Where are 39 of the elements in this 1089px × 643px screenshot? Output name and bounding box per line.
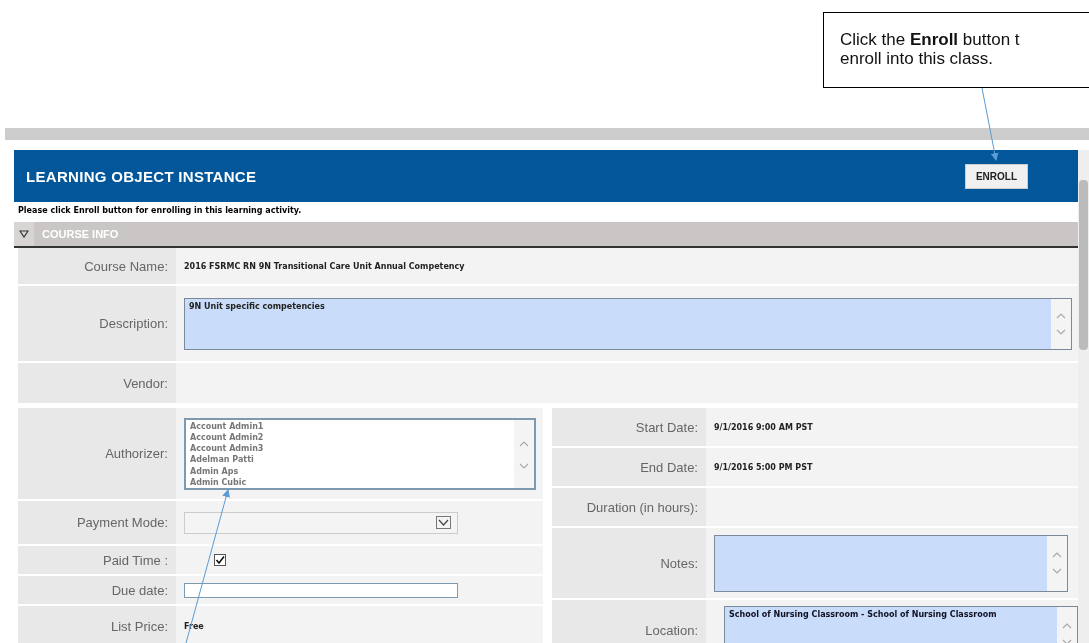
end-date-value: 9/1/2016 5:00 PM PST (714, 462, 813, 472)
location-field[interactable]: School of Nursing Classroom - School of Nursing Classroom (724, 606, 1078, 643)
enroll-button[interactable]: ENROLL (964, 163, 1028, 189)
paid-time-checkbox[interactable] (214, 554, 226, 566)
field-label: Paid Time : (18, 546, 176, 574)
list-price-value: Free (184, 621, 204, 631)
field-label: Course Name: (18, 248, 176, 284)
field-label: Payment Mode: (18, 501, 176, 544)
field-label: Duration (in hours): (552, 488, 706, 526)
notes-field[interactable] (714, 534, 1068, 592)
field-label: End Date: (552, 448, 706, 486)
callout-text: enroll into this class. (840, 49, 995, 68)
field-label: Vendor: (18, 363, 176, 403)
field-label: List Price: (18, 606, 176, 643)
due-date-field[interactable] (184, 582, 458, 598)
list-option[interactable]: Account Admin2 (190, 431, 264, 444)
field-label: Start Date: (552, 408, 706, 446)
callout-text: Click the Enroll button t (840, 30, 1021, 49)
list-option[interactable]: Account Admin3 (190, 443, 264, 455)
toggle-button[interactable] (14, 222, 34, 246)
notice-text: Please click Enroll button for enrolling in this learning activity. (17, 205, 303, 217)
dropdown-arrow-icon (436, 516, 451, 529)
authorizer-list[interactable]: Account Admin1 Account Admin2 Account Admin3 Adelman Patti Admin Aps Admin Cubic (184, 417, 536, 490)
description-field[interactable]: 9N Unit specific competencies (184, 297, 1072, 350)
field-label: Due date: (18, 576, 176, 604)
list-option[interactable]: Admin Cubic (190, 477, 264, 489)
triangle-icon (19, 230, 29, 238)
panel-title: LEARNING OBJECT INSTANCE (26, 167, 257, 185)
list-option[interactable]: Account Admin1 (190, 420, 264, 432)
field-label: Notes: (552, 528, 706, 598)
start-date-value: 9/1/2016 9:00 AM PST (714, 422, 813, 432)
field-label: Location: (552, 600, 706, 643)
list-option[interactable]: Adelman Patti (190, 454, 264, 466)
scrollbar[interactable] (1078, 150, 1089, 643)
field-label: Description: (18, 286, 176, 361)
section-title: COURSE INFO (41, 228, 119, 240)
field-label: Authorizer: (18, 408, 176, 499)
list-option[interactable]: Admin Aps (190, 465, 264, 477)
course-name-value: 2016 FSRMC RN 9N Transitional Care Unit Annual Competency (184, 261, 465, 271)
